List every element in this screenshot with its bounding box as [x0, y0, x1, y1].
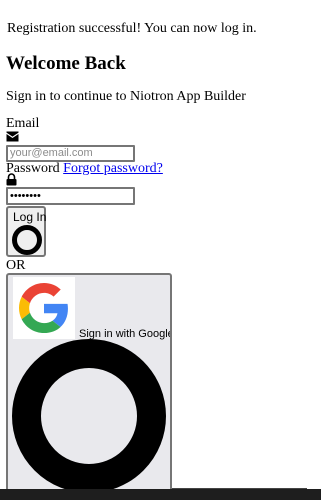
- password-row: Password Forgot password?: [6, 161, 163, 177]
- forgot-password-link[interactable]: Forgot password?: [63, 161, 163, 176]
- registration-success-message: Registration successful! You can now log…: [7, 21, 257, 36]
- lock-icon: [6, 173, 17, 186]
- envelope-icon: [6, 131, 19, 142]
- loading-spinner-icon: [12, 225, 42, 255]
- login-button-label: Log In: [13, 210, 47, 224]
- google-logo-icon: [19, 283, 68, 333]
- loading-spinner-icon: [12, 339, 166, 493]
- password-input[interactable]: [6, 187, 135, 205]
- or-divider: OR: [6, 258, 26, 273]
- bottom-bar: [0, 489, 321, 500]
- login-page: Registration successful! You can now log…: [0, 0, 321, 500]
- page-title: Welcome Back: [6, 53, 126, 74]
- email-input[interactable]: [6, 145, 135, 162]
- google-logo-container: [13, 277, 75, 339]
- login-button[interactable]: Log In: [6, 206, 46, 257]
- page-subtitle: Sign in to continue to Niotron App Build…: [6, 89, 246, 104]
- google-signin-button[interactable]: Sign in with Google: [6, 273, 172, 500]
- email-label: Email: [6, 116, 40, 131]
